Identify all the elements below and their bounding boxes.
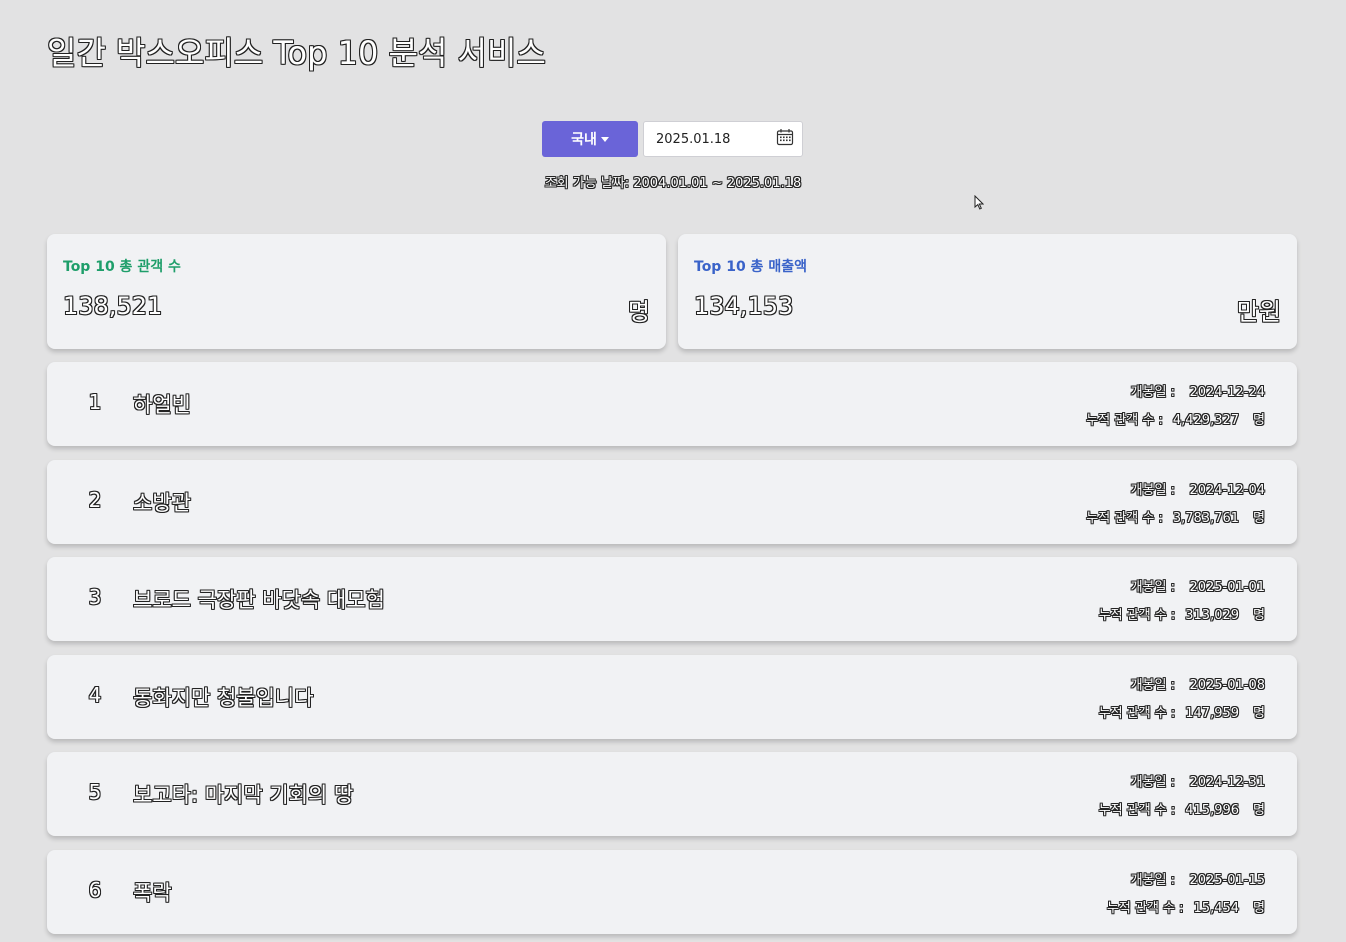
movie-card[interactable]: 1 하얼빈 개봉일 : 2024-12-24 누적 관객 수 : 4,429,327 명 — [47, 362, 1297, 446]
date-value: 2025.01.18 — [656, 131, 731, 147]
movie-meta: 개봉일 : 2024-12-31 누적 관객 수 : 415,996 명 — [1099, 769, 1265, 825]
release-date: 2025-01-08 — [1189, 678, 1265, 693]
movie-card[interactable]: 5 보고타: 마지막 기회의 땅 개봉일 : 2024-12-31 누적 관객 수 : 4… — [47, 752, 1297, 836]
movie-rank: 5 — [88, 780, 102, 804]
person-unit: 명 — [1253, 901, 1265, 916]
release-label: 개봉일 : — [1130, 678, 1175, 693]
cumulative-label: 누적 관객 수 : — [1086, 413, 1163, 428]
movie-title: 소방관 — [133, 491, 191, 515]
movie-card[interactable]: 2 소방관 개봉일 : 2024-12-04 누적 관객 수 : 3,783,761 명 — [47, 460, 1297, 544]
release-date: 2025-01-01 — [1189, 580, 1265, 595]
total-sales-label: Top 10 총 매출액 — [694, 259, 807, 275]
filter-controls: 국내 2025.01.18 — [542, 121, 803, 157]
movie-rank: 3 — [88, 585, 102, 609]
cumulative-audience: 15,454 — [1193, 901, 1240, 916]
movie-title: 동화지만 청불입니다 — [133, 686, 314, 710]
movie-rank: 2 — [88, 488, 102, 512]
cumulative-audience: 415,996 — [1185, 803, 1240, 818]
person-unit: 명 — [1253, 706, 1265, 721]
release-row: 개봉일 : 2024-12-04 — [1086, 477, 1265, 505]
audience-row: 누적 관객 수 : 3,783,761 명 — [1086, 505, 1265, 533]
movie-rank: 6 — [88, 878, 102, 902]
audience-row: 누적 관객 수 : 147,959 명 — [1099, 700, 1265, 728]
movie-meta: 개봉일 : 2025-01-15 누적 관객 수 : 15,454 명 — [1107, 867, 1265, 923]
release-date: 2024-12-31 — [1189, 775, 1265, 790]
movie-title: 브로드 극장판 바닷속 대모험 — [133, 588, 385, 612]
cumulative-label: 누적 관객 수 : — [1098, 706, 1176, 721]
calendar-icon[interactable] — [776, 128, 794, 150]
movie-meta: 개봉일 : 2025-01-01 누적 관객 수 : 313,029 명 — [1099, 574, 1265, 630]
release-row: 개봉일 : 2025-01-15 — [1107, 867, 1265, 895]
cumulative-audience: 4,429,327 — [1172, 413, 1240, 428]
movie-rank: 4 — [88, 683, 102, 707]
release-row: 개봉일 : 2024-12-24 — [1086, 379, 1265, 407]
movie-card[interactable]: 4 동화지만 청불입니다 개봉일 : 2025-01-08 누적 관객 수 : 147,9… — [47, 655, 1297, 739]
person-unit: 명 — [1253, 413, 1265, 428]
person-unit: 명 — [1253, 803, 1265, 818]
mouse-cursor-icon — [974, 194, 985, 214]
release-date: 2024-12-04 — [1189, 483, 1265, 498]
release-date: 2024-12-24 — [1189, 385, 1265, 400]
total-audience-unit: 명 — [627, 298, 650, 326]
region-dropdown-button[interactable]: 국내 — [542, 121, 638, 157]
person-unit: 명 — [1253, 608, 1265, 623]
movie-meta: 개봉일 : 2024-12-04 누적 관객 수 : 3,783,761 명 — [1086, 477, 1265, 533]
page-title: 일간 박스오피스 Top 10 분석 서비스 — [47, 34, 546, 72]
release-row: 개봉일 : 2024-12-31 — [1099, 769, 1265, 797]
total-audience-card: Top 10 총 관객 수 138,521 명 — [47, 234, 666, 349]
movie-card[interactable]: 3 브로드 극장판 바닷속 대모험 개봉일 : 2025-01-01 누적 관객 수 :… — [47, 557, 1297, 641]
total-audience-label: Top 10 총 관객 수 — [63, 259, 181, 275]
movie-rank: 1 — [88, 390, 102, 414]
total-sales-unit: 만원 — [1236, 298, 1281, 326]
total-sales-card: Top 10 총 매출액 134,153 만원 — [678, 234, 1297, 349]
cumulative-label: 누적 관객 수 : — [1098, 803, 1176, 818]
movie-title: 하얼빈 — [133, 393, 191, 417]
cumulative-label: 누적 관객 수 : — [1098, 608, 1176, 623]
audience-row: 누적 관객 수 : 4,429,327 명 — [1086, 407, 1265, 435]
cumulative-label: 누적 관객 수 : — [1106, 901, 1184, 916]
audience-row: 누적 관객 수 : 313,029 명 — [1099, 602, 1265, 630]
cumulative-audience: 147,959 — [1185, 706, 1240, 721]
cumulative-audience: 313,029 — [1185, 608, 1240, 623]
total-sales-value: 134,153 — [694, 292, 794, 320]
movie-card[interactable]: 6 폭락 개봉일 : 2025-01-15 누적 관객 수 : 15,454 명 — [47, 850, 1297, 934]
movie-meta: 개봉일 : 2025-01-08 누적 관객 수 : 147,959 명 — [1099, 672, 1265, 728]
movie-meta: 개봉일 : 2024-12-24 누적 관객 수 : 4,429,327 명 — [1086, 379, 1265, 435]
release-row: 개봉일 : 2025-01-08 — [1099, 672, 1265, 700]
release-label: 개봉일 : — [1130, 483, 1175, 498]
cumulative-label: 누적 관객 수 : — [1086, 511, 1163, 526]
release-label: 개봉일 : — [1130, 580, 1175, 595]
audience-row: 누적 관객 수 : 415,996 명 — [1099, 797, 1265, 825]
total-audience-value: 138,521 — [63, 292, 163, 320]
release-label: 개봉일 : — [1130, 385, 1175, 400]
region-dropdown-label: 국내 — [571, 132, 597, 148]
release-label: 개봉일 : — [1130, 873, 1175, 888]
movie-title: 보고타: 마지막 기회의 땅 — [133, 783, 354, 807]
cumulative-audience: 3,783,761 — [1172, 511, 1240, 526]
release-date: 2025-01-15 — [1189, 873, 1265, 888]
release-row: 개봉일 : 2025-01-01 — [1099, 574, 1265, 602]
movie-title: 폭락 — [133, 881, 172, 905]
audience-row: 누적 관객 수 : 15,454 명 — [1107, 895, 1265, 923]
release-label: 개봉일 : — [1130, 775, 1175, 790]
date-picker-input[interactable]: 2025.01.18 — [643, 121, 803, 157]
person-unit: 명 — [1253, 511, 1265, 526]
available-date-range: 조회 가능 날짜: 2004.01.01 ~ 2025.01.18 — [544, 176, 802, 191]
caret-down-icon — [600, 137, 609, 142]
